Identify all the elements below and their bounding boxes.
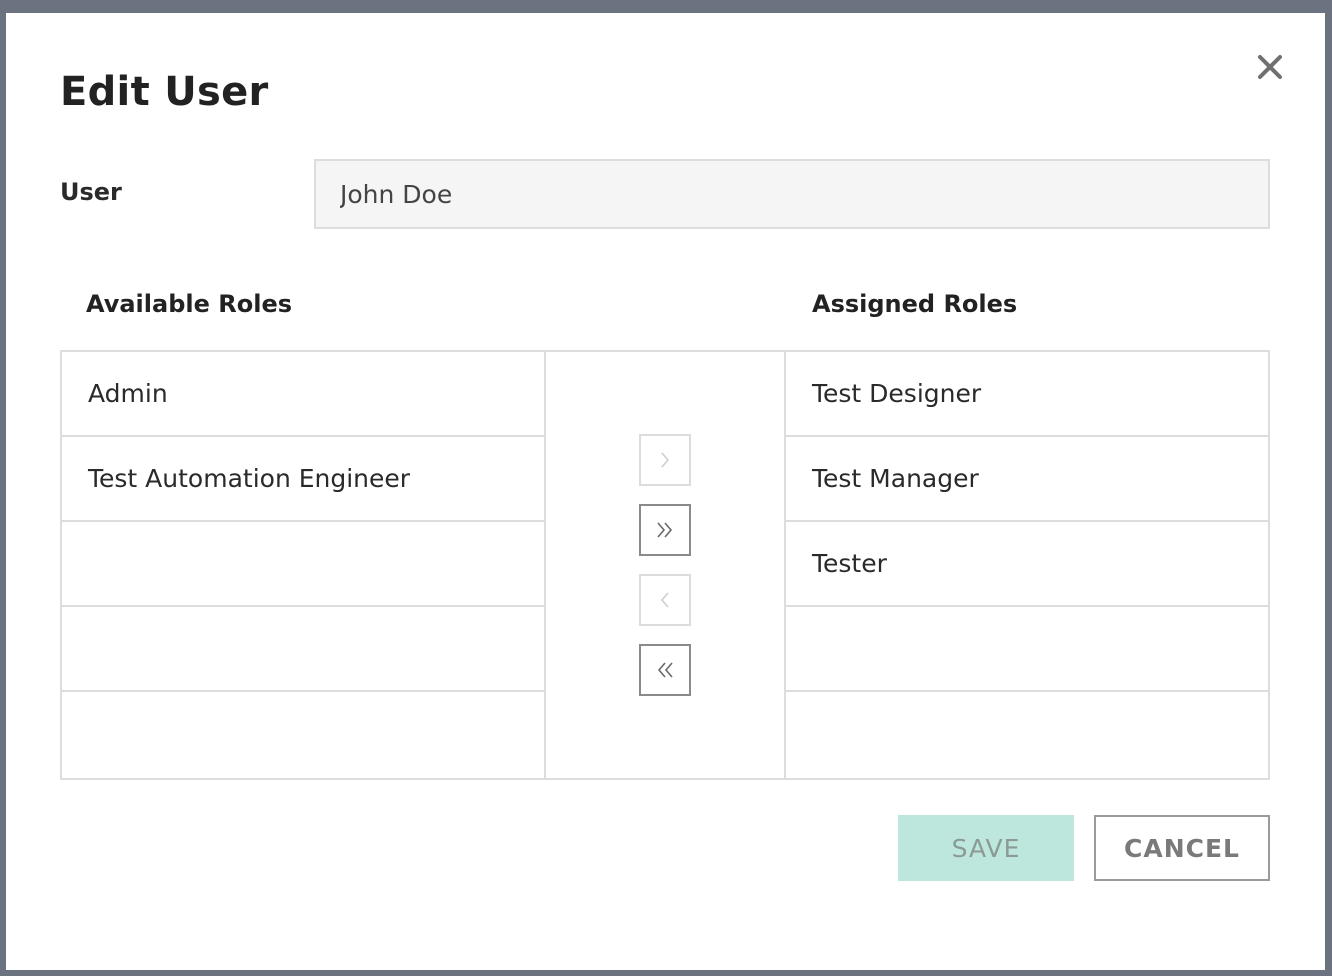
double-chevron-right-icon	[657, 522, 673, 538]
move-selected-left-button[interactable]	[639, 574, 691, 626]
move-all-left-button[interactable]	[639, 644, 691, 696]
available-roles-list: Admin Test Automation Engineer	[62, 352, 544, 778]
assigned-role-empty-row	[786, 607, 1268, 692]
edit-user-dialog: Edit User User Available Roles Assigned …	[6, 13, 1325, 970]
move-selected-right-button[interactable]	[639, 434, 691, 486]
user-label: User	[60, 178, 122, 206]
close-icon	[1258, 55, 1282, 79]
assigned-role-item[interactable]: Test Designer	[786, 352, 1268, 437]
role-transfer-list: Admin Test Automation Engineer Test Desi…	[60, 350, 1270, 780]
cancel-button[interactable]: CANCEL	[1094, 815, 1270, 881]
assigned-role-item[interactable]: Test Manager	[786, 437, 1268, 522]
available-role-item[interactable]: Admin	[62, 352, 544, 437]
available-role-item[interactable]: Test Automation Engineer	[62, 437, 544, 522]
user-input[interactable]	[314, 159, 1270, 229]
chevron-right-icon	[661, 452, 670, 468]
save-button[interactable]: SAVE	[898, 815, 1074, 881]
double-chevron-left-icon	[657, 662, 673, 678]
available-roles-header: Available Roles	[86, 290, 293, 318]
assigned-roles-list: Test Designer Test Manager Tester	[786, 352, 1268, 778]
available-role-empty-row	[62, 607, 544, 692]
move-all-right-button[interactable]	[639, 504, 691, 556]
available-role-empty-row	[62, 522, 544, 607]
assigned-roles-header: Assigned Roles	[812, 290, 1018, 318]
close-button[interactable]	[1254, 51, 1286, 83]
assigned-role-empty-row	[786, 692, 1268, 777]
available-role-empty-row	[62, 692, 544, 777]
chevron-left-icon	[660, 592, 669, 608]
assigned-role-item[interactable]: Tester	[786, 522, 1268, 607]
transfer-controls	[546, 352, 784, 778]
dialog-title: Edit User	[60, 69, 269, 115]
